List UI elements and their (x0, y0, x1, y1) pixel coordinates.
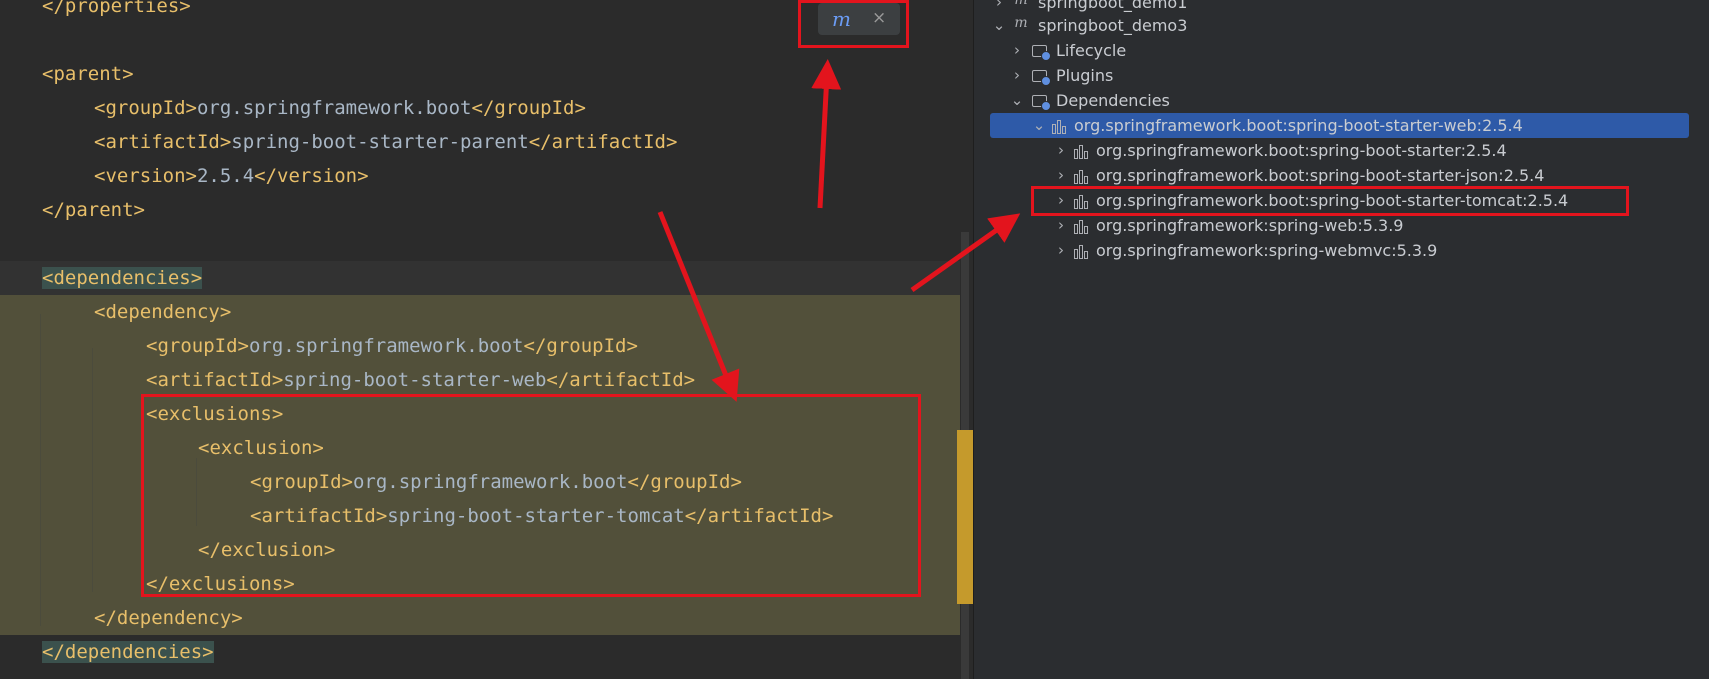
tree-node-label: Dependencies (1056, 91, 1170, 110)
chevron-right-icon[interactable]: › (1054, 213, 1068, 238)
code-line[interactable]: <dependency> (0, 295, 960, 329)
tree-node-label: springboot_demo3 (1038, 16, 1188, 35)
xml-tag: <dependency> (94, 301, 232, 323)
annotation-box-tomcat (1031, 186, 1629, 216)
xml-tag: </groupId> (471, 97, 586, 119)
code-line[interactable]: <parent> (0, 57, 960, 91)
annotation-box-reload (798, 0, 909, 48)
code-line[interactable]: </parent> (0, 193, 960, 227)
xml-text: spring-boot-starter-parent (231, 131, 529, 153)
code-line[interactable]: </dependencies> (0, 635, 960, 669)
chevron-down-icon[interactable]: ⌄ (992, 13, 1006, 38)
tree-node-label: org.springframework.boot:spring-boot-sta… (1074, 116, 1523, 135)
xml-tag: <artifactId> (94, 131, 232, 153)
xml-tag: <groupId> (94, 97, 197, 119)
tree-node-label: Lifecycle (1056, 41, 1127, 60)
chevron-right-icon[interactable]: › (1054, 138, 1068, 163)
tree-node-org-springframework-spring-webmvc-5-3-9[interactable]: › org.springframework:spring-webmvc:5.3.9 (974, 238, 1709, 263)
xml-tag: </dependencies> (42, 641, 214, 663)
xml-text: 2.5.4 (196, 165, 255, 187)
library-icon (1052, 118, 1068, 134)
tree-node-plugins[interactable]: › Plugins (974, 63, 1709, 88)
tree-node-label: org.springframework.boot:spring-boot-sta… (1096, 166, 1545, 185)
xml-text: org.springframework.boot (196, 97, 472, 119)
code-line[interactable]: </dependency> (0, 601, 960, 635)
tree-node-label: Plugins (1056, 66, 1114, 85)
dependencies-folder-icon (1032, 95, 1051, 111)
xml-tag: <dependencies> (42, 267, 203, 289)
tree-node-label: org.springframework.boot:spring-boot-sta… (1096, 141, 1507, 160)
code-line[interactable]: <groupId>org.springframework.boot</group… (0, 329, 960, 363)
library-icon (1074, 168, 1090, 184)
indent-guide (40, 314, 41, 626)
lifecycle-folder-icon (1032, 45, 1051, 61)
tree-node-springboot-demo3[interactable]: ⌄ m springboot_demo3 (974, 13, 1709, 38)
xml-tag: </artifactId> (546, 369, 696, 391)
tree-node-label: org.springframework:spring-web:5.3.9 (1096, 216, 1404, 235)
chevron-right-icon[interactable]: › (1010, 38, 1024, 63)
code-line[interactable]: <artifactId>spring-boot-starter-web</art… (0, 363, 960, 397)
code-line[interactable]: <dependencies> (0, 261, 960, 295)
xml-text: spring-boot-starter-web (283, 369, 547, 391)
code-line[interactable] (0, 227, 960, 261)
tree-node-dependencies[interactable]: ⌄ Dependencies (974, 88, 1709, 113)
xml-tag: </version> (254, 165, 369, 187)
xml-tag: </dependency> (94, 607, 243, 629)
tree-node-org-springframework-boot-spring-boot-starter-json-2-5-4[interactable]: › org.springframework.boot:spring-boot-st… (974, 163, 1709, 188)
chevron-right-icon[interactable]: › (1054, 238, 1068, 263)
code-line[interactable]: <groupId>org.springframework.boot</group… (0, 91, 960, 125)
xml-tag: </parent> (42, 199, 145, 221)
maven-tool-window[interactable]: › m springboot_demo1 ⌄ m springboot_demo3 › Lif… (974, 0, 1709, 679)
xml-tag: <artifactId> (146, 369, 284, 391)
annotation-box-exclusions (141, 394, 921, 597)
tree-node-org-springframework-boot-spring-boot-starter-web-2-5-4[interactable]: ⌄ org.springframework.boot:spring-boot-st… (974, 113, 1709, 138)
tree-node-label: org.springframework:spring-webmvc:5.3.9 (1096, 241, 1438, 260)
chevron-right-icon[interactable]: › (1010, 63, 1024, 88)
xml-text: org.springframework.boot (248, 335, 524, 357)
code-line[interactable]: <version>2.5.4</version> (0, 159, 960, 193)
library-icon (1074, 243, 1090, 259)
tree-node-org-springframework-boot-spring-boot-starter-2-5-4[interactable]: › org.springframework.boot:spring-boot-st… (974, 138, 1709, 163)
tree-node-org-springframework-spring-web-5-3-9[interactable]: › org.springframework:spring-web:5.3.9 (974, 213, 1709, 238)
xml-tag: </groupId> (523, 335, 638, 357)
code-line[interactable]: <artifactId>spring-boot-starter-parent</… (0, 125, 960, 159)
tree-node-lifecycle[interactable]: › Lifecycle (974, 38, 1709, 63)
scrollbar-highlight-marker[interactable] (957, 430, 973, 604)
maven-icon: m (1014, 0, 1028, 8)
chevron-down-icon[interactable]: ⌄ (1010, 88, 1024, 113)
xml-tag: </properties> (42, 0, 191, 17)
xml-tag: <groupId> (146, 335, 249, 357)
maven-icon: m (1014, 15, 1028, 31)
xml-tag: <version> (94, 165, 197, 187)
xml-tag: </artifactId> (528, 131, 678, 153)
chevron-down-icon[interactable]: ⌄ (1032, 113, 1046, 138)
xml-tag: <parent> (42, 63, 134, 85)
plugins-folder-icon (1032, 70, 1051, 86)
chevron-right-icon[interactable]: › (1054, 163, 1068, 188)
library-icon (1074, 143, 1090, 159)
library-icon (1074, 218, 1090, 234)
indent-guide (92, 348, 93, 592)
